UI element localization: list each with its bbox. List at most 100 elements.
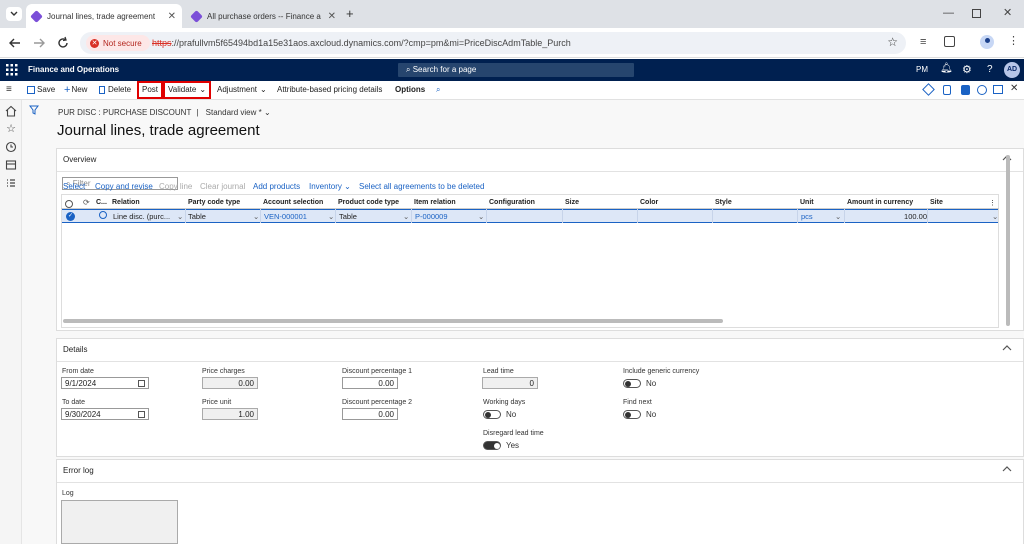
app-launcher-icon[interactable]: [6, 64, 18, 76]
generic-currency-toggle[interactable]: [623, 379, 641, 388]
chevron-down-icon[interactable]: ⌄: [253, 212, 259, 221]
profile-icon[interactable]: [980, 35, 994, 49]
price-unit-input[interactable]: 1.00: [202, 408, 258, 420]
row-checkmark-icon[interactable]: ✓: [66, 212, 75, 221]
add-products-button[interactable]: Add products: [253, 182, 300, 191]
star-icon[interactable]: ☆: [4, 122, 18, 136]
cell-unit[interactable]: pcs: [801, 212, 813, 221]
restore-button[interactable]: [972, 9, 981, 18]
chevron-down-icon[interactable]: ⌄: [992, 212, 998, 221]
save-button[interactable]: Save: [27, 84, 55, 96]
column-header[interactable]: Color: [640, 199, 658, 206]
column-header[interactable]: Amount in currency: [847, 199, 913, 206]
clock-icon[interactable]: [4, 140, 18, 154]
column-header[interactable]: Relation: [112, 199, 140, 206]
new-button[interactable]: + New: [64, 84, 87, 96]
reading-list-icon[interactable]: ≡: [920, 36, 926, 48]
adjustment-button[interactable]: Adjustment ⌄: [217, 84, 267, 96]
column-header[interactable]: Party code type: [188, 199, 240, 206]
chevron-down-icon[interactable]: ⌄: [478, 212, 484, 221]
column-header[interactable]: Configuration: [489, 199, 535, 206]
discount-2-input[interactable]: 0.00: [342, 408, 398, 420]
gear-icon[interactable]: ⚙: [962, 63, 972, 76]
overview-header[interactable]: Overview: [63, 155, 96, 164]
not-secure-chip[interactable]: ✕ Not secure: [86, 35, 150, 51]
modules-list-icon[interactable]: [4, 176, 18, 190]
cell-item-relation[interactable]: P-000009: [415, 212, 448, 221]
back-arrow-icon[interactable]: [8, 37, 22, 49]
bookmark-star-icon[interactable]: ☆: [887, 35, 898, 49]
attribute-pricing-button[interactable]: Attribute-based pricing details: [277, 84, 382, 96]
page-search-box[interactable]: ⌕ Search for a page: [398, 63, 634, 77]
delete-button[interactable]: Delete: [99, 84, 131, 96]
calendar-icon[interactable]: [138, 380, 145, 387]
column-header[interactable]: Account selection: [263, 199, 323, 206]
find-next-toggle[interactable]: [623, 410, 641, 419]
column-header[interactable]: Site: [930, 199, 943, 206]
vertical-scrollbar[interactable]: [1006, 155, 1010, 326]
calendar-icon[interactable]: [138, 411, 145, 418]
company-picker[interactable]: PM: [916, 65, 928, 74]
chevron-down-icon[interactable]: ⌄: [403, 212, 409, 221]
column-header[interactable]: Size: [565, 199, 579, 206]
new-tab-button[interactable]: +: [346, 6, 354, 21]
avatar[interactable]: AD: [1004, 62, 1020, 78]
details-header[interactable]: Details: [63, 345, 87, 354]
view-selector[interactable]: Standard view * ⌄: [206, 108, 271, 117]
help-icon[interactable]: ?: [987, 64, 993, 75]
from-date-input[interactable]: 9/1/2024: [61, 377, 149, 389]
bell-icon[interactable]: 🔔︎: [940, 63, 953, 74]
open-new-window-icon[interactable]: [993, 85, 1003, 94]
home-icon[interactable]: [4, 104, 18, 118]
chevron-up-icon[interactable]: [1001, 343, 1013, 353]
discount-1-input[interactable]: 0.00: [342, 377, 398, 389]
to-date-input[interactable]: 9/30/2024: [61, 408, 149, 420]
close-icon[interactable]: ✕: [1010, 83, 1018, 94]
column-options-icon[interactable]: ⋮: [989, 199, 996, 207]
copy-line-button[interactable]: Copy line: [159, 182, 192, 191]
horizontal-scrollbar[interactable]: [63, 319, 723, 323]
error-log-header[interactable]: Error log: [63, 466, 94, 475]
post-button[interactable]: Post: [136, 81, 164, 99]
chevron-up-icon[interactable]: [1001, 464, 1013, 474]
hamburger-icon[interactable]: ≡: [6, 85, 12, 95]
log-textarea[interactable]: [61, 500, 178, 544]
omnibox[interactable]: ✕ Not secure https://prafullvm5f65494bd1…: [80, 32, 906, 54]
column-header[interactable]: Style: [715, 199, 732, 206]
search-icon[interactable]: ⌕: [436, 84, 440, 96]
diamond-icon[interactable]: [922, 83, 935, 96]
workspace-icon[interactable]: [4, 158, 18, 172]
cell-party-code-type[interactable]: Table: [188, 212, 206, 221]
extensions-icon[interactable]: [944, 36, 955, 47]
browser-tab-journal[interactable]: Journal lines, trade agreement ✕: [26, 4, 182, 28]
cell-account-selection[interactable]: VEN-000001: [264, 212, 307, 221]
price-charges-input[interactable]: 0.00: [202, 377, 258, 389]
refresh-icon[interactable]: [977, 85, 987, 95]
column-header[interactable]: Item relation: [414, 199, 456, 206]
select-button[interactable]: Select: [63, 182, 85, 191]
reload-icon[interactable]: [56, 36, 70, 50]
column-header[interactable]: C...: [96, 199, 107, 206]
filter-icon[interactable]: [29, 105, 39, 115]
chevron-down-icon[interactable]: ⌄: [835, 212, 841, 221]
chevron-down-icon[interactable]: ⌄: [177, 212, 183, 221]
attach-icon[interactable]: [961, 85, 970, 95]
inventory-menu[interactable]: Inventory ⌄: [309, 182, 351, 191]
tab-list-button[interactable]: [6, 7, 22, 21]
close-icon[interactable]: ✕: [328, 11, 336, 22]
window-close-button[interactable]: ✕: [1003, 6, 1012, 19]
select-all-delete-button[interactable]: Select all agreements to be deleted: [359, 182, 484, 191]
validate-button[interactable]: Validate ⌄: [162, 81, 212, 99]
column-header[interactable]: Unit: [800, 199, 814, 206]
browser-tab-purchase-orders[interactable]: All purchase orders -- Finance a ✕: [186, 4, 342, 28]
select-all-radio[interactable]: [65, 200, 73, 208]
copy-revise-button[interactable]: Copy and revise: [95, 182, 153, 191]
working-days-toggle[interactable]: [483, 410, 501, 419]
forward-arrow-icon[interactable]: [32, 37, 46, 49]
disregard-lead-time-toggle[interactable]: [483, 441, 501, 450]
options-tab[interactable]: Options: [395, 84, 425, 96]
minimize-button[interactable]: —: [943, 7, 954, 19]
chevron-down-icon[interactable]: ⌄: [328, 212, 334, 221]
cell-product-code-type[interactable]: Table: [339, 212, 357, 221]
lead-time-input[interactable]: 0: [482, 377, 538, 389]
